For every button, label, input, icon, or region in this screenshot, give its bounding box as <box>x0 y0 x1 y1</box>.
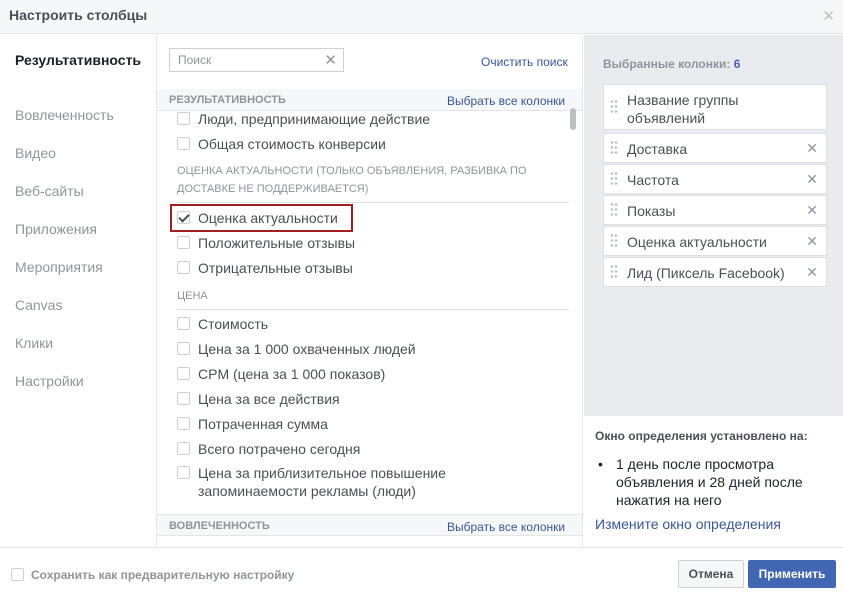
item-label: Отрицательные отзывы <box>198 260 353 276</box>
select-all-link[interactable]: Выбрать все колонки <box>447 94 565 108</box>
checkbox[interactable] <box>177 342 190 355</box>
selected-columns-panel: Выбранные колонки: 6 Название группы объ… <box>584 35 843 547</box>
change-attribution-link[interactable]: Измените окно определения <box>595 516 781 532</box>
sidebar-item-settings[interactable]: Настройки <box>15 373 145 390</box>
column-label: Частота <box>627 172 679 188</box>
item-label: Общая стоимость конверсии <box>198 136 386 152</box>
checkbox[interactable] <box>177 137 190 150</box>
checkbox[interactable] <box>177 261 190 274</box>
subsection-heading-relevance: ОЦЕНКА АКТУАЛЬНОСТИ (ТОЛЬКО ОБЪЯВЛЕНИЯ, … <box>177 162 569 203</box>
checkbox[interactable] <box>177 317 190 330</box>
item-label: Положительные отзывы <box>198 235 356 251</box>
item-label: Цена за 1 000 охваченных людей <box>198 341 416 357</box>
selected-column-item[interactable]: Частота ✕ <box>603 164 827 194</box>
drag-handle-icon[interactable] <box>610 233 618 249</box>
close-icon[interactable]: ✕ <box>822 7 835 25</box>
selected-columns-area: Выбранные колонки: 6 Название группы объ… <box>584 35 843 416</box>
search-input[interactable] <box>170 49 320 71</box>
item-label: CPM (цена за 1 000 показов) <box>198 366 386 382</box>
checkbox[interactable] <box>177 466 190 479</box>
sidebar-item-performance[interactable]: Результативность <box>15 52 145 69</box>
sidebar-item-websites[interactable]: Веб-сайты <box>15 183 145 200</box>
sidebar-item-video[interactable]: Видео <box>15 145 145 162</box>
column-label: Оценка актуальности <box>627 234 767 250</box>
bullet: • <box>598 456 603 472</box>
remove-icon[interactable]: ✕ <box>806 171 818 188</box>
drag-handle-icon[interactable] <box>610 264 618 280</box>
save-preset-label: Сохранить как предварительную настройку <box>31 568 295 582</box>
item-label: Оценка актуальности <box>198 210 338 226</box>
remove-icon[interactable]: ✕ <box>806 202 818 219</box>
item-label: Всего потрачено сегодня <box>198 441 361 457</box>
remove-icon[interactable]: ✕ <box>806 233 818 250</box>
column-list-panel: ✕ Очистить поиск РЕЗУЛЬТАТИВНОСТЬ Выбрат… <box>157 35 583 547</box>
item-label: Люди, предпринимающие действие <box>198 111 431 127</box>
sidebar-item-clicks[interactable]: Клики <box>15 335 145 352</box>
drag-handle-icon[interactable] <box>610 140 618 156</box>
clear-search-link[interactable]: Очистить поиск <box>481 55 568 69</box>
selected-column-item[interactable]: Оценка актуальности ✕ <box>603 226 827 256</box>
sidebar-item-engagement[interactable]: Вовлеченность <box>15 107 145 124</box>
checkbox[interactable] <box>177 236 190 249</box>
selected-column-item[interactable]: Показы ✕ <box>603 195 827 225</box>
column-label: Показы <box>627 203 676 219</box>
selected-count: 6 <box>733 57 741 71</box>
column-label: Название группы объявлений <box>627 92 739 126</box>
section-header-performance: РЕЗУЛЬТАТИВНОСТЬ Выбрать все колонки <box>157 89 582 111</box>
save-preset-checkbox[interactable] <box>11 568 24 581</box>
item-label: Стоимость <box>198 316 269 332</box>
checkbox[interactable] <box>177 367 190 380</box>
checkbox[interactable] <box>177 112 190 125</box>
selected-title-text: Выбранные колонки: <box>603 57 731 71</box>
section-title: ВОВЛЕЧЕННОСТЬ <box>169 520 270 532</box>
item-label: Цена за все действия <box>198 391 340 407</box>
drag-handle-icon[interactable] <box>610 202 618 218</box>
column-label: Доставка <box>627 141 688 157</box>
category-sidebar: Результативность Вовлеченность Видео Веб… <box>0 35 157 547</box>
remove-icon[interactable]: ✕ <box>806 264 818 281</box>
scrollbar-thumb[interactable] <box>570 108 576 130</box>
select-all-link[interactable]: Выбрать все колонки <box>447 520 565 534</box>
selected-columns-title: Выбранные колонки: 6 <box>603 57 740 71</box>
checkbox[interactable] <box>177 392 190 405</box>
dialog-title: Настроить столбцы <box>9 7 148 23</box>
section-header-engagement: ВОВЛЕЧЕННОСТЬ Выбрать все колонки <box>157 514 582 536</box>
attribution-item: 1 день после просмотра объявления и 28 д… <box>616 456 803 508</box>
sidebar-item-events[interactable]: Мероприятия <box>15 259 145 276</box>
drag-handle-icon[interactable] <box>610 99 618 115</box>
attribution-title: Окно определения установлено на: <box>595 429 808 443</box>
clear-icon[interactable]: ✕ <box>324 51 337 69</box>
dialog-header: Настроить столбцы ✕ <box>0 0 843 34</box>
selected-column-item[interactable]: Лид (Пиксель Facebook) ✕ <box>603 257 827 287</box>
cancel-button[interactable]: Отмена <box>678 560 744 588</box>
section-title: РЕЗУЛЬТАТИВНОСТЬ <box>169 94 286 106</box>
item-label: Потраченная сумма <box>198 416 328 432</box>
apply-button[interactable]: Применить <box>748 560 836 588</box>
search-box: ✕ <box>169 48 344 72</box>
sidebar-item-apps[interactable]: Приложения <box>15 221 145 238</box>
selected-column-item[interactable]: Название группы объявлений <box>603 84 827 130</box>
checkbox[interactable] <box>177 442 190 455</box>
checkbox-checked[interactable] <box>177 211 190 224</box>
dialog-footer: Сохранить как предварительную настройку … <box>0 547 843 597</box>
remove-icon[interactable]: ✕ <box>806 140 818 157</box>
column-label: Лид (Пиксель Facebook) <box>627 265 785 281</box>
checkbox[interactable] <box>177 417 190 430</box>
subsection-heading-price: ЦЕНА <box>177 287 569 310</box>
selected-column-item[interactable]: Доставка ✕ <box>603 133 827 163</box>
sidebar-item-canvas[interactable]: Canvas <box>15 297 145 314</box>
item-label: Цена за приблизительное повышение запоми… <box>198 465 446 499</box>
drag-handle-icon[interactable] <box>610 171 618 187</box>
